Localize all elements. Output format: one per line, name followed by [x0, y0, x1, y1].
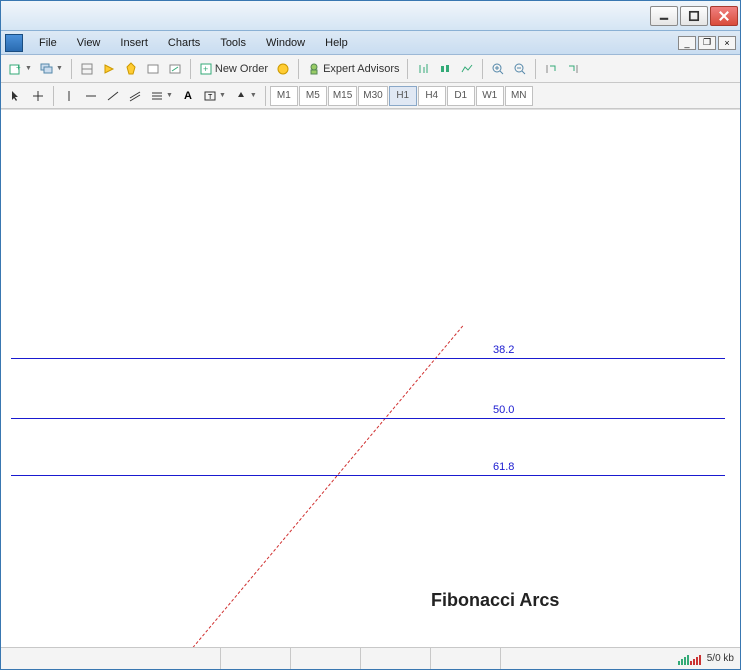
new-order-label: New Order — [215, 63, 268, 75]
trendline-button[interactable] — [102, 85, 124, 107]
strategy-tester-button[interactable] — [164, 58, 186, 80]
app-window: File View Insert Charts Tools Window Hel… — [0, 0, 741, 670]
status-cell — [221, 648, 291, 669]
menu-window[interactable]: Window — [256, 34, 315, 52]
timeframe-m15[interactable]: M15 — [328, 86, 357, 106]
new-chart-button[interactable]: +▼ — [5, 58, 36, 80]
metaquotes-button[interactable] — [272, 58, 294, 80]
status-kb: 5/0 kb — [707, 653, 734, 664]
mdi-minimize-button[interactable]: _ — [678, 36, 696, 50]
auto-scroll-button[interactable] — [540, 58, 562, 80]
fibonacci-button[interactable]: ▼ — [146, 85, 177, 107]
maximize-button[interactable] — [680, 6, 708, 26]
menubar: File View Insert Charts Tools Window Hel… — [1, 31, 740, 55]
text-button[interactable]: A — [177, 85, 199, 107]
close-button[interactable] — [710, 6, 738, 26]
titlebar — [1, 1, 740, 31]
status-cell — [291, 648, 361, 669]
menu-view[interactable]: View — [67, 34, 111, 52]
line-chart-button[interactable] — [456, 58, 478, 80]
timeframe-h4[interactable]: H4 — [418, 86, 446, 106]
menu-tools[interactable]: Tools — [210, 34, 256, 52]
status-cell — [1, 648, 221, 669]
new-order-button[interactable]: + New Order — [195, 58, 272, 80]
bar-chart-button[interactable] — [412, 58, 434, 80]
horizontal-line-button[interactable] — [80, 85, 102, 107]
menu-charts[interactable]: Charts — [158, 34, 210, 52]
menu-help[interactable]: Help — [315, 34, 358, 52]
chart-area[interactable]: 38.250.061.8 Fibonacci Arcs — [1, 109, 740, 647]
status-cell — [431, 648, 501, 669]
timeframe-mn[interactable]: MN — [505, 86, 533, 106]
status-cell — [361, 648, 431, 669]
timeframe-w1[interactable]: W1 — [476, 86, 504, 106]
timeframe-m1[interactable]: M1 — [270, 86, 298, 106]
expert-advisors-label: Expert Advisors — [323, 63, 399, 75]
timeframe-d1[interactable]: D1 — [447, 86, 475, 106]
equidistant-channel-button[interactable] — [124, 85, 146, 107]
expert-advisors-button[interactable]: Expert Advisors — [303, 58, 403, 80]
menu-insert[interactable]: Insert — [110, 34, 158, 52]
menu-file[interactable]: File — [29, 34, 67, 52]
toolbar-objects: ▼ A T▼ ▼ M1M5M15M30H1H4D1W1MN — [1, 83, 740, 109]
cursor-button[interactable] — [5, 85, 27, 107]
chart-shift-button[interactable] — [562, 58, 584, 80]
text-label-button[interactable]: T▼ — [199, 85, 230, 107]
minimize-button[interactable] — [650, 6, 678, 26]
timeframe-group: M1M5M15M30H1H4D1W1MN — [270, 86, 534, 106]
crosshair-button[interactable] — [27, 85, 49, 107]
mdi-controls: _ ❐ × — [678, 36, 740, 50]
arrows-button[interactable]: ▼ — [230, 85, 261, 107]
navigator-button[interactable] — [98, 58, 120, 80]
data-window-button[interactable] — [120, 58, 142, 80]
connection-indicator-icon — [678, 653, 701, 665]
candle-chart-button[interactable] — [434, 58, 456, 80]
mdi-restore-button[interactable]: ❐ — [698, 36, 716, 50]
profiles-button[interactable]: ▼ — [36, 58, 67, 80]
mdi-close-button[interactable]: × — [718, 36, 736, 50]
terminal-button[interactable] — [142, 58, 164, 80]
timeframe-m30[interactable]: M30 — [358, 86, 387, 106]
svg-text:+: + — [16, 63, 21, 72]
svg-text:T: T — [208, 94, 213, 101]
app-icon — [5, 34, 23, 52]
timeframe-h1[interactable]: H1 — [389, 86, 417, 106]
svg-text:+: + — [203, 64, 208, 74]
candlestick-series — [1, 110, 740, 647]
zoom-out-button[interactable] — [509, 58, 531, 80]
timeframe-m5[interactable]: M5 — [299, 86, 327, 106]
chart-annotation: Fibonacci Arcs — [431, 590, 559, 611]
zoom-in-button[interactable] — [487, 58, 509, 80]
toolbar-main: +▼ ▼ + New Order Expert Advisors — [1, 55, 740, 83]
statusbar: 5/0 kb — [1, 647, 740, 669]
market-watch-button[interactable] — [76, 58, 98, 80]
vertical-line-button[interactable] — [58, 85, 80, 107]
